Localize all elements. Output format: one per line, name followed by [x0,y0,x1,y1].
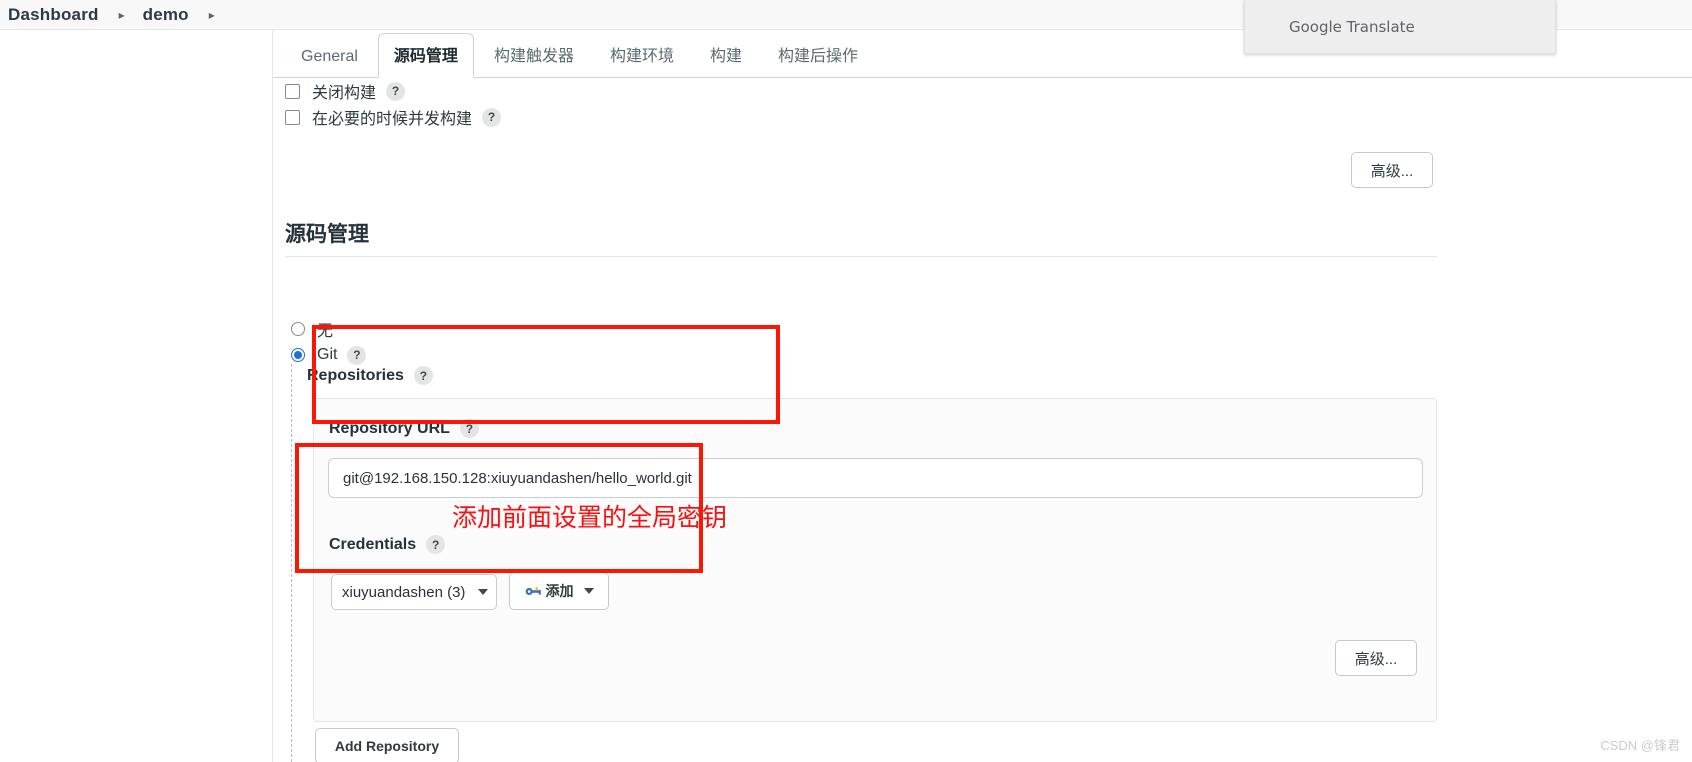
config-content: 关闭构建 ? 在必要的时候并发构建 ? 高级... 源码管理 无 Git ? R… [273,78,1692,762]
radio-scm-git[interactable] [291,348,305,362]
radio-label-none: 无 [317,323,334,340]
checkbox-label-disable-build: 关闭构建 [312,85,377,102]
checkbox-row-concurrent-build[interactable]: 在必要的时候并发构建 ? [273,104,1692,130]
breadcrumb-item-demo[interactable]: demo [143,5,189,25]
help-icon[interactable]: ? [386,81,406,101]
annotation-text: 添加前面设置的全局密钥 [452,504,728,532]
page-body: General 源码管理 构建触发器 构建环境 构建 构建后操作 关闭构建 ? … [272,30,1692,762]
google-translate-label: Google Translate [1289,17,1415,36]
repositories-label: Repositories ? [307,366,433,385]
advanced-button-top[interactable]: 高级... [1351,152,1433,188]
tab-build-environment[interactable]: 构建环境 [594,33,690,77]
checkbox-concurrent-build[interactable] [285,109,300,125]
credentials-label-text: Credentials [329,535,417,553]
tab-build[interactable]: 构建 [694,33,758,77]
add-credential-label: 添加 [545,583,574,599]
help-icon[interactable]: ? [459,419,479,438]
help-icon[interactable]: ? [413,366,433,385]
checkbox-row-disable-build[interactable]: 关闭构建 ? [273,78,1692,104]
watermark: CSDN @锋君 [1600,738,1680,753]
repositories-label-text: Repositories [307,366,404,384]
help-icon[interactable]: ? [347,345,367,365]
checkbox-disable-build[interactable] [285,83,300,99]
repository-url-label-text: Repository URL [329,419,450,437]
breadcrumb-separator-icon[interactable]: ▸ [209,8,215,22]
chevron-down-icon [478,589,488,595]
breadcrumb-separator-icon: ▸ [118,7,125,22]
repository-card [313,398,1437,722]
checkbox-label-concurrent-build: 在必要的时候并发构建 [312,111,473,128]
add-credential-button[interactable]: 添加 [509,572,609,610]
scm-section-heading: 源码管理 [285,223,369,246]
credentials-selected-value: xiuyuandashen (3) [342,583,466,601]
repository-url-label: Repository URL ? [329,419,479,438]
google-translate-popup[interactable]: Google Translate [1244,0,1556,54]
section-divider [285,256,1437,257]
add-repository-button[interactable]: Add Repository [315,728,459,762]
radio-scm-none[interactable] [291,322,305,336]
advanced-button-repository[interactable]: 高级... [1335,640,1417,676]
credentials-label: Credentials ? [329,535,446,554]
key-icon [525,586,541,595]
tab-build-triggers[interactable]: 构建触发器 [478,33,590,77]
screenshot-root: Dashboard ▸ demo ▸ Google Translate Gene… [0,0,1692,762]
radio-row-git[interactable]: Git ? [291,342,367,368]
breadcrumb-item-dashboard[interactable]: Dashboard [8,5,99,25]
tab-post-build-actions[interactable]: 构建后操作 [762,33,874,77]
credentials-select[interactable]: xiuyuandashen (3) [331,574,497,610]
tab-source-code-management[interactable]: 源码管理 [377,33,474,78]
repository-url-input[interactable] [328,458,1423,498]
nesting-guide-line [291,364,292,762]
help-icon[interactable]: ? [482,107,502,127]
radio-row-none[interactable]: 无 [291,316,333,342]
help-icon[interactable]: ? [426,535,446,554]
radio-label-git: Git [317,346,338,363]
chevron-down-icon [583,588,594,594]
tab-general[interactable]: General [285,39,374,77]
